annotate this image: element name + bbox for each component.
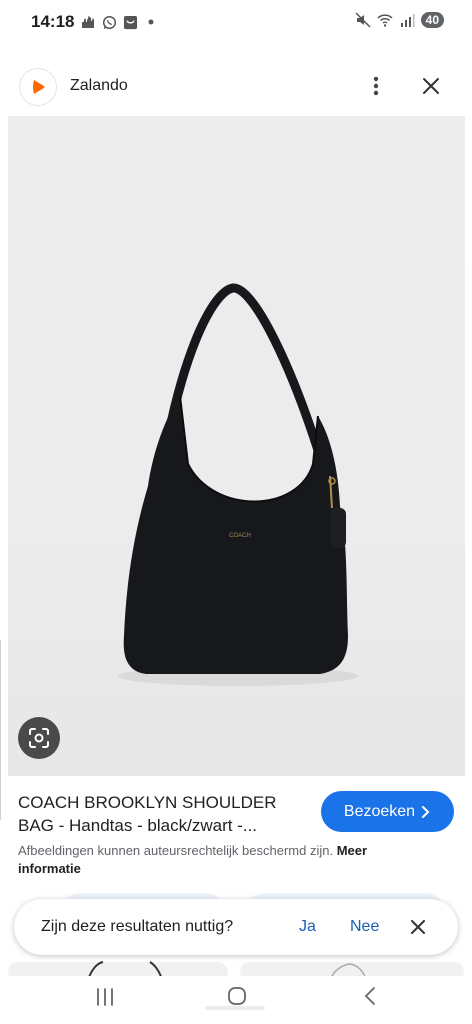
system-icons: 40 (355, 12, 444, 28)
close-button[interactable] (417, 72, 445, 100)
close-icon (411, 920, 425, 934)
home-icon (228, 987, 246, 1005)
product-image[interactable]: COACH (8, 116, 465, 776)
copyright-text: Afbeeldingen kunnen auteursrechtelijk be… (18, 843, 334, 858)
shoulder-bag-illustration: COACH (118, 283, 358, 686)
close-icon (423, 78, 439, 94)
zalando-logo (19, 68, 57, 106)
product-title[interactable]: COACH BROOKLYN SHOULDER BAG - Handtas - … (18, 791, 308, 837)
back-chevron-icon (364, 987, 375, 1005)
wifi-icon (377, 12, 393, 28)
mute-icon (355, 12, 371, 28)
back-button[interactable] (359, 985, 381, 1007)
more-options-button[interactable] (362, 72, 390, 100)
more-vert-icon (373, 76, 379, 96)
edge-handle (0, 640, 5, 820)
lens-icon (29, 728, 49, 748)
status-time: 14:18 (31, 12, 75, 31)
feedback-question: Zijn deze resultaten nuttig? (41, 918, 234, 935)
page-title: Zalando (70, 77, 128, 94)
copyright-note: Afbeeldingen kunnen auteursrechtelijk be… (18, 842, 398, 878)
home-button[interactable] (226, 985, 248, 1007)
gesture-handle (205, 1006, 265, 1010)
notification-icons (80, 14, 159, 30)
chevron-right-icon (422, 805, 430, 818)
feedback-no-button[interactable]: Nee (350, 918, 379, 936)
battery-indicator: 40 (420, 12, 444, 28)
google-lens-button[interactable] (18, 717, 60, 759)
whatsapp-icon (101, 14, 117, 30)
mosque-icon (80, 14, 96, 30)
shop-icon (122, 14, 138, 30)
coach-brand-mark: COACH (229, 533, 251, 539)
system-navigation-bar (0, 976, 472, 1024)
feedback-card: Zijn deze resultaten nuttig? Ja Nee (14, 899, 458, 955)
app-header: Zalando (0, 64, 472, 108)
feedback-close-button[interactable] (407, 916, 429, 938)
feedback-yes-button[interactable]: Ja (299, 918, 316, 936)
visit-button[interactable]: Bezoeken (321, 791, 454, 832)
signal-icon (399, 12, 415, 28)
status-bar: 14:18 40 (0, 0, 472, 44)
recent-apps-icon (97, 988, 113, 1006)
dot-icon (143, 14, 159, 30)
zalando-logo-icon (33, 80, 45, 94)
recent-apps-button[interactable] (94, 986, 116, 1008)
visit-button-label: Bezoeken (343, 802, 416, 820)
